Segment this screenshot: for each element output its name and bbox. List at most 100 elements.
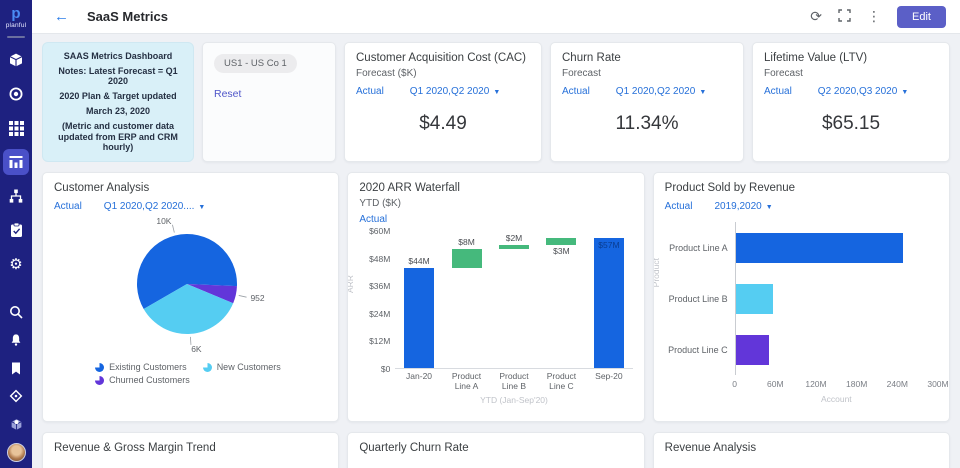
- sidebar-item-hierarchy[interactable]: [3, 183, 29, 209]
- filter-card: US1 - US Co 1 Reset: [202, 42, 336, 162]
- period-dropdown[interactable]: Q1 2020,Q2 2020....▼: [104, 201, 206, 212]
- category-label: Product Line B: [665, 294, 735, 304]
- card-subtitle: Forecast: [562, 68, 732, 79]
- fullscreen-icon[interactable]: [838, 9, 851, 25]
- actual-link[interactable]: Actual: [54, 201, 82, 212]
- sidebar-search[interactable]: [3, 301, 29, 323]
- notes-line: March 23, 2020: [51, 106, 185, 117]
- x-axis-title: Account: [735, 394, 938, 404]
- hbar-chart: Product Line AProduct Line BProduct Line…: [665, 222, 938, 375]
- sidebar-item-reports[interactable]: [3, 115, 29, 141]
- x-tick-label: Product Line A: [443, 372, 490, 392]
- hbar-row: Product Line B: [665, 273, 938, 324]
- sidebar-notifications[interactable]: [3, 329, 29, 351]
- card-title: Lifetime Value (LTV): [764, 52, 938, 64]
- actual-link[interactable]: Actual: [356, 86, 384, 97]
- planful-logo[interactable]: p planful: [6, 4, 27, 29]
- back-arrow-icon[interactable]: ←: [54, 8, 69, 25]
- pie-callout-line: [172, 225, 174, 233]
- sidebar-navigate[interactable]: [3, 385, 29, 407]
- y-tick-label: $60M: [369, 226, 390, 236]
- customer-analysis-card: Customer Analysis Actual Q1 2020,Q2 2020…: [42, 172, 339, 422]
- refresh-icon[interactable]: ⟳: [810, 10, 822, 24]
- churn-rate-card: Churn Rate Forecast Actual Q1 2020,Q2 20…: [550, 42, 744, 162]
- y-axis-title: Product: [653, 258, 661, 287]
- sidebar-apps[interactable]: [3, 413, 29, 435]
- notes-line: (Metric and customer data updated from E…: [51, 121, 185, 153]
- legend-item[interactable]: Churned Customers: [95, 375, 190, 385]
- actual-link[interactable]: Actual: [764, 86, 792, 97]
- sidebar-item-tasks[interactable]: [3, 217, 29, 243]
- sidebar-item-modeling[interactable]: [3, 47, 29, 73]
- pie-callout-line: [238, 295, 246, 297]
- x-axis-ticks: Jan-20Product Line AProduct Line BProduc…: [395, 372, 632, 392]
- x-tick-label: 180M: [846, 379, 867, 389]
- period-dropdown[interactable]: Q1 2020,Q2 2020▼: [410, 86, 500, 97]
- ltv-card: Lifetime Value (LTV) Forecast Actual Q2 …: [752, 42, 950, 162]
- card-controls: Actual 2019,2020▼: [665, 201, 938, 212]
- card-controls: Actual Q1 2020,Q2 2020....▼: [54, 201, 327, 212]
- category-label: Product Line A: [665, 243, 735, 253]
- period-dropdown[interactable]: Q2 2020,Q3 2020▼: [818, 86, 908, 97]
- revenue-bar[interactable]: [736, 284, 773, 314]
- top-header: ← SaaS Metrics ⟳ ⋮ Edit: [32, 0, 960, 34]
- pie-data-label: 952: [250, 293, 264, 303]
- product-revenue-card: Product Sold by Revenue Actual 2019,2020…: [653, 172, 950, 422]
- card-title: Customer Analysis: [54, 182, 327, 194]
- actual-link[interactable]: Actual: [562, 86, 590, 97]
- card-title: Churn Rate: [562, 52, 732, 64]
- sidebar-item-goals[interactable]: [3, 81, 29, 107]
- sidebar-item-settings[interactable]: ⚙: [3, 251, 29, 277]
- legend-label: Churned Customers: [109, 375, 190, 385]
- y-tick-label: $12M: [369, 336, 390, 346]
- grid-icon: [9, 121, 24, 136]
- hierarchy-icon: [8, 188, 24, 204]
- sidebar-bookmarks[interactable]: [3, 357, 29, 379]
- pie-legend: Existing Customers New Customers Churned C…: [73, 362, 308, 385]
- page-title: SaaS Metrics: [87, 9, 168, 24]
- y-tick-label: $0: [381, 364, 390, 374]
- waterfall-bar[interactable]: [452, 249, 482, 267]
- legend-label: Existing Customers: [109, 362, 187, 372]
- main-area: ← SaaS Metrics ⟳ ⋮ Edit SAAS Metrics Das…: [32, 0, 960, 468]
- revenue-bar[interactable]: [736, 233, 903, 263]
- reset-link[interactable]: Reset: [214, 88, 241, 100]
- bookmark-icon: [10, 362, 22, 375]
- period-dropdown[interactable]: Q1 2020,Q2 2020▼: [616, 86, 706, 97]
- legend-item[interactable]: Existing Customers: [95, 362, 187, 372]
- waterfall-bar[interactable]: [404, 268, 434, 368]
- entity-filter-chip[interactable]: US1 - US Co 1: [214, 54, 297, 73]
- cube-icon: [8, 52, 24, 68]
- notes-line: SAAS Metrics Dashboard: [51, 51, 185, 62]
- hbar-row: Product Line A: [665, 222, 938, 273]
- y-tick-label: $48M: [369, 254, 390, 264]
- sidebar-divider: [7, 36, 25, 38]
- cac-card: Customer Acquisition Cost (CAC) Forecast…: [344, 42, 542, 162]
- more-options-icon[interactable]: ⋮: [867, 10, 881, 24]
- revenue-bar[interactable]: [736, 335, 770, 365]
- charts-row: Customer Analysis Actual Q1 2020,Q2 2020…: [42, 172, 950, 422]
- chevron-down-icon: ▼: [699, 89, 706, 96]
- waterfall-bar[interactable]: [594, 238, 624, 368]
- planful-logo-mark: p: [6, 6, 27, 21]
- card-title: Quarterly Churn Rate: [359, 442, 632, 454]
- legend-item[interactable]: New Customers: [203, 362, 281, 372]
- x-tick-label: 60M: [767, 379, 784, 389]
- actual-link[interactable]: Actual: [359, 214, 387, 225]
- kpi-value: $4.49: [356, 113, 530, 135]
- bar-zone: [735, 324, 938, 375]
- card-subtitle: Forecast: [764, 68, 938, 79]
- sidebar-item-dashboards[interactable]: [3, 149, 29, 175]
- edit-button[interactable]: Edit: [897, 6, 946, 28]
- bar-zone: [735, 222, 938, 273]
- card-title: 2020 ARR Waterfall: [359, 182, 632, 194]
- period-dropdown[interactable]: 2019,2020▼: [714, 201, 772, 212]
- sidebar-bottom-group: [3, 301, 29, 462]
- user-avatar[interactable]: [7, 443, 26, 462]
- bar-data-label: $2M: [506, 233, 523, 243]
- bar-data-label: $8M: [458, 237, 475, 247]
- waterfall-bar[interactable]: [499, 245, 529, 250]
- x-tick-label: Sep-20: [585, 372, 632, 392]
- waterfall-bar[interactable]: [546, 238, 576, 245]
- actual-link[interactable]: Actual: [665, 201, 693, 212]
